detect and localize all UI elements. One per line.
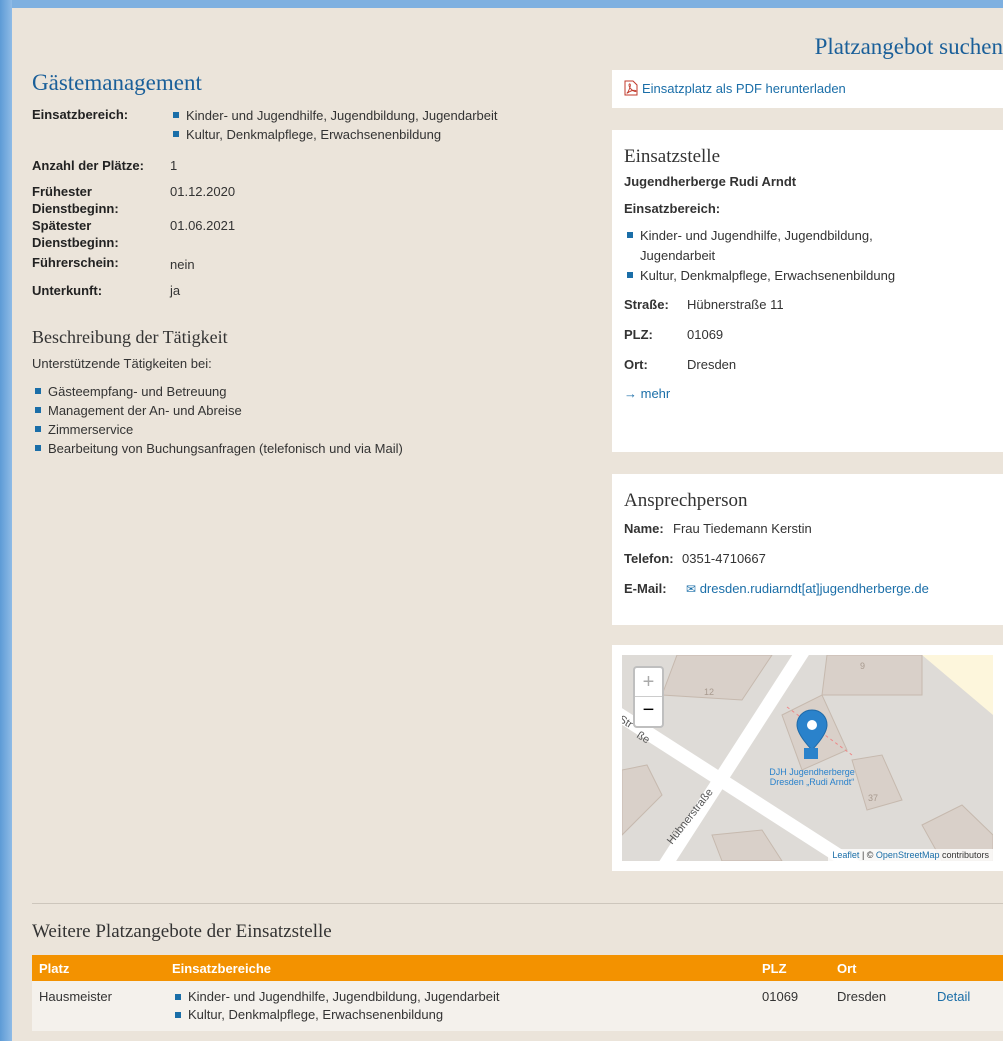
list-item: Zimmerservice — [32, 420, 602, 439]
contact-email-link[interactable]: ✉ dresden.rudiarndt[at]jugendherberge.de — [686, 574, 929, 604]
description-list: Gästeempfang- und Betreuung Management d… — [32, 382, 602, 458]
list-item: Kultur, Denkmalpflege, Erwachsenenbildun… — [172, 1006, 748, 1024]
contact-phone-label: Telefon: — [624, 551, 674, 566]
attribution-sep: | © — [859, 850, 876, 860]
list-item: Bearbeitung von Buchungsanfragen (telefo… — [32, 439, 602, 458]
list-item: Kinder- und Jugendhilfe, Jugendbildung, … — [624, 226, 944, 266]
street-row: Straße: Hübnerstraße 11 — [624, 290, 991, 320]
einsatzbereich-list: Kinder- und Jugendhilfe, Jugendbildung, … — [170, 106, 602, 144]
contact-phone-row: Telefon: 0351-4710667 — [624, 544, 991, 574]
einsatzstelle-name: Jugendherberge Rudi Arndt — [624, 174, 797, 189]
osm-link[interactable]: OpenStreetMap — [876, 850, 940, 860]
detail-label: Spätester Dienstbeginn: — [32, 218, 119, 250]
einsatzstelle-box: Einsatzstelle Jugendherberge Rudi Arndt … — [612, 130, 1003, 452]
list-item: Kultur, Denkmalpflege, Erwachsenenbildun… — [624, 266, 944, 286]
cell-plz: 01069 — [755, 981, 830, 1031]
detail-label: Führerschein: — [32, 255, 119, 270]
detail-value: 01.12.2020 — [170, 184, 236, 199]
house-number: 37 — [868, 793, 878, 803]
detail-value: ja — [170, 283, 181, 298]
detail-value: 1 — [170, 158, 178, 173]
detail-label: Anzahl der Plätze: — [32, 158, 144, 173]
contact-email: dresden.rudiarndt[at]jugendherberge.de — [699, 581, 929, 596]
map-tiles: 12 9 37 Hübnerstraße Str ße — [622, 655, 993, 861]
description-intro: Unterstützende Tätigkeiten bei: — [32, 356, 212, 371]
plz-row: PLZ: 01069 — [624, 320, 991, 350]
detail-label: Unterkunft: — [32, 283, 103, 298]
list-item: Kinder- und Jugendhilfe, Jugendbildung, … — [170, 106, 602, 125]
cell-platz: Hausmeister — [32, 981, 165, 1031]
contact-phone: 0351-4710667 — [682, 551, 766, 566]
einsatzstelle-heading: Einsatzstelle — [624, 146, 721, 167]
plz-value: 01069 — [687, 327, 724, 342]
list-item: Management der An- und Abreise — [32, 401, 602, 420]
map-attribution: Leaflet | © OpenStreetMap contributors — [828, 849, 993, 861]
map-box: 12 9 37 Hübnerstraße Str ße DJH Jugendhe… — [612, 645, 1003, 871]
attribution-tail: contributors — [939, 850, 989, 860]
contact-name-row: Name: Frau Tiedemann Kerstin — [624, 514, 991, 544]
street-label: Straße: — [624, 297, 669, 312]
description-heading: Beschreibung der Tätigkeit — [32, 327, 228, 347]
main-content: Gästemanagement Einsatzbereich: Kinder- … — [32, 70, 602, 458]
contact-email-row: E-Mail: ✉ dresden.rudiarndt[at]jugendher… — [624, 574, 991, 604]
detail-value: 01.06.2021 — [170, 218, 236, 233]
cell-ort: Dresden — [830, 981, 930, 1031]
column-header: Einsatzbereiche — [165, 955, 755, 981]
detail-label: Frühester Dienstbeginn: — [32, 184, 119, 216]
plz-label: PLZ: — [624, 327, 653, 342]
contact-box: Ansprechperson Name: Frau Tiedemann Kers… — [612, 474, 1003, 625]
page-title: Gästemanagement — [32, 70, 202, 95]
ort-label: Ort: — [624, 357, 648, 372]
list-item: Kultur, Denkmalpflege, Erwachsenenbildun… — [170, 125, 602, 144]
more-link[interactable]: → mehr — [624, 380, 991, 408]
column-header: Platz — [32, 955, 165, 981]
divider — [32, 903, 1003, 904]
cell-bereiche: Kinder- und Jugendhilfe, Jugendbildung, … — [165, 981, 755, 1031]
cell-detail: Detail — [930, 981, 1003, 1031]
house-number: 9 — [860, 661, 865, 671]
list-item: Kinder- und Jugendhilfe, Jugendbildung, … — [172, 988, 748, 1006]
more-offers-table: Platz Einsatzbereiche PLZ Ort Hausmeiste… — [32, 955, 1003, 1031]
ort-row: Ort: Dresden — [624, 350, 991, 380]
ort-value: Dresden — [687, 357, 737, 372]
page: Platzangebot suchen Gästemanagement Eins… — [12, 0, 1003, 1041]
pdf-download-link[interactable]: Einsatzplatz als PDF herunterladen — [624, 80, 846, 96]
more-offers-heading: Weitere Platzangebote der Einsatzstelle — [32, 921, 332, 942]
table-header-row: Platz Einsatzbereiche PLZ Ort — [32, 955, 1003, 981]
column-header: Ort — [830, 955, 930, 981]
einsatzstelle-bereiche: Kinder- und Jugendhilfe, Jugendbildung, … — [624, 226, 944, 286]
zoom-in-button[interactable]: + — [635, 668, 662, 697]
contact-heading: Ansprechperson — [624, 490, 748, 511]
details-list: Einsatzbereich: Kinder- und Jugendhilfe,… — [32, 106, 602, 299]
pdf-box: Einsatzplatz als PDF herunterladen — [612, 70, 1003, 108]
house-number: 12 — [704, 687, 714, 697]
table-row: Hausmeister Kinder- und Jugendhilfe, Jug… — [32, 981, 1003, 1031]
pdf-link-label: Einsatzplatz als PDF herunterladen — [642, 81, 846, 96]
contact-name: Frau Tiedemann Kerstin — [673, 521, 812, 536]
mail-icon: ✉ — [686, 582, 697, 596]
detail-label: Einsatzbereich: — [32, 107, 129, 122]
detail-link[interactable]: Detail — [937, 989, 970, 1004]
einsatzbereich-label: Einsatzbereich: — [624, 201, 721, 216]
street-value: Hübnerstraße 11 — [687, 297, 784, 312]
zoom-control: + − — [633, 666, 664, 728]
leaflet-link[interactable]: Leaflet — [832, 850, 859, 860]
top-bar — [12, 0, 1003, 8]
column-header: PLZ — [755, 955, 830, 981]
search-offers-link[interactable]: Platzangebot suchen — [815, 34, 1003, 60]
map[interactable]: 12 9 37 Hübnerstraße Str ße DJH Jugendhe… — [622, 655, 993, 861]
pdf-icon — [624, 80, 638, 96]
poi-label: DJH Jugendherberge Dresden „Rudi Arndt“ — [769, 767, 855, 787]
list-item: Gästeempfang- und Betreuung — [32, 382, 602, 401]
contact-name-label: Name: — [624, 521, 664, 536]
detail-value: nein — [170, 257, 195, 272]
contact-email-label: E-Mail: — [624, 581, 667, 596]
zoom-out-button[interactable]: − — [635, 697, 662, 726]
column-header — [930, 955, 1003, 981]
